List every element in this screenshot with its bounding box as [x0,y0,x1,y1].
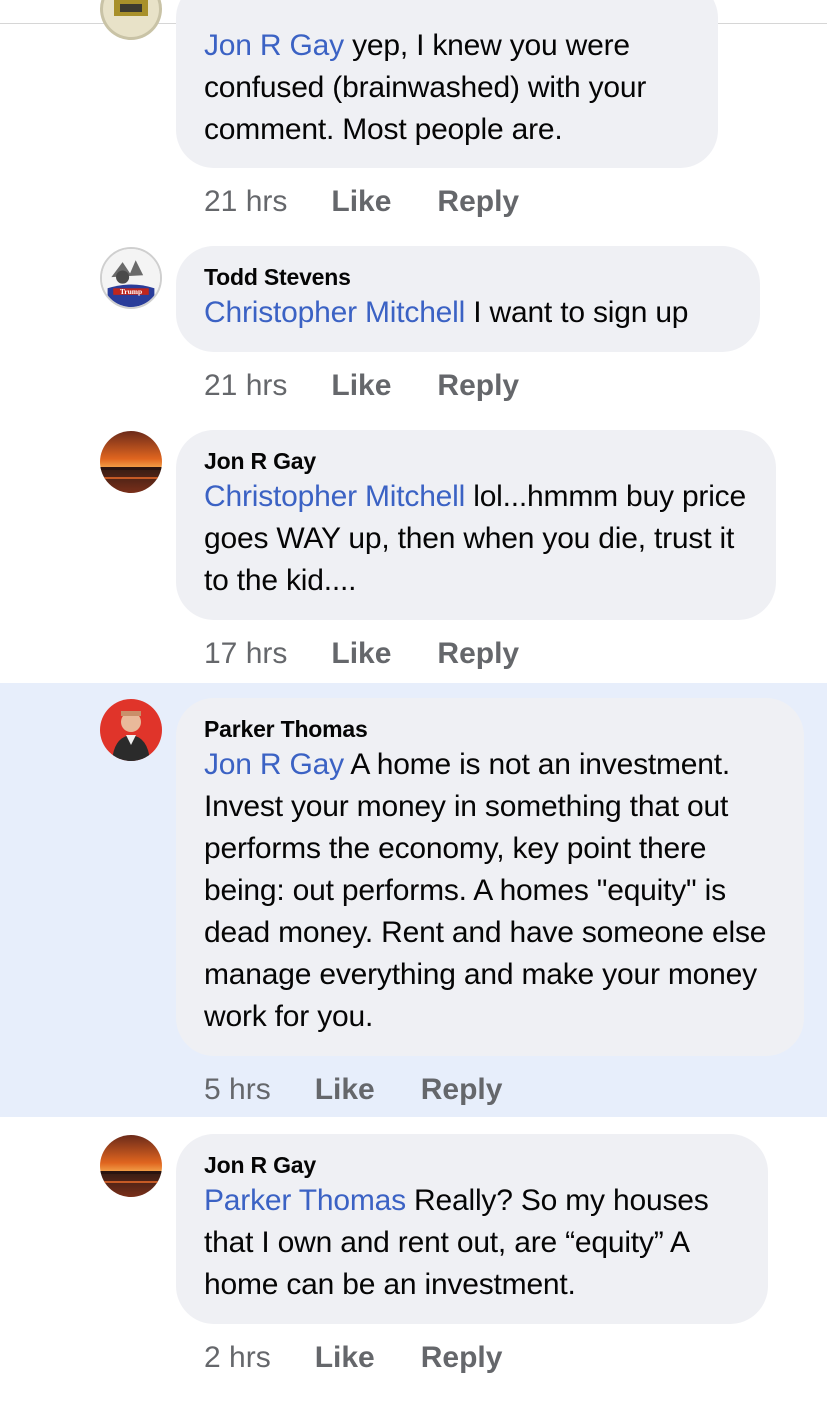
comment-text: Christopher Mitchell lol...hmmm buy pric… [204,476,748,602]
comment-timestamp[interactable]: 5 hrs [204,1073,271,1107]
like-button[interactable]: Like [331,185,391,219]
comment-timestamp[interactable]: 21 hrs [204,369,287,403]
mention-link[interactable]: Jon R Gay [204,29,344,62]
comment-author[interactable]: Parker Thomas [204,714,776,744]
comment-meta: 2 hrs Like Reply [204,1338,548,1378]
comment-meta: 21 hrs Like Reply [204,366,565,406]
mention-link[interactable]: Parker Thomas [204,1184,406,1217]
comment-author[interactable]: Jon R Gay [204,446,748,476]
comment-text: Christopher Mitchell I want to sign up [204,292,732,334]
like-button[interactable]: Like [331,637,391,671]
comment-text: Parker Thomas Really? So my houses that … [204,1180,740,1306]
reply-button[interactable]: Reply [421,1073,503,1107]
comment-bubble: Jon R Gay Christopher Mitchell lol...hmm… [176,430,776,620]
reply-button[interactable]: Reply [437,185,519,219]
comment-author[interactable]: Todd Stevens [204,262,732,292]
comment-text: Jon R Gay A home is not an investment. I… [204,744,776,1038]
avatar[interactable]: Trump [100,247,162,309]
mention-link[interactable]: Christopher Mitchell [204,296,465,329]
comment-timestamp[interactable]: 17 hrs [204,637,287,671]
like-button[interactable]: Like [315,1341,375,1375]
avatar[interactable] [100,0,162,40]
mention-link[interactable]: Christopher Mitchell [204,480,465,513]
like-button[interactable]: Like [331,369,391,403]
mention-link[interactable]: Jon R Gay [204,748,344,781]
avatar[interactable] [100,1135,162,1197]
comment-body: A home is not an investment. Invest your… [204,748,767,1033]
avatar[interactable] [100,699,162,761]
comment-timestamp[interactable]: 21 hrs [204,185,287,219]
comment-bubble: Jon R Gay yep, I knew you were confused … [176,0,718,168]
reply-button[interactable]: Reply [437,637,519,671]
comment-text: Jon R Gay yep, I knew you were confused … [204,25,690,151]
avatar-caption: Trump [120,287,142,296]
comment-author[interactable]: Jon R Gay [204,1150,740,1180]
comment-bubble: Parker Thomas Jon R Gay A home is not an… [176,698,804,1056]
comment-meta: 17 hrs Like Reply [204,634,565,674]
comment-bubble: Jon R Gay Parker Thomas Really? So my ho… [176,1134,768,1324]
comment-meta: 21 hrs Like Reply [204,182,565,222]
reply-button[interactable]: Reply [437,369,519,403]
avatar[interactable] [100,431,162,493]
comment-body: I want to sign up [465,296,689,329]
comment-meta: 5 hrs Like Reply [204,1070,548,1110]
comment-bubble: Todd Stevens Christopher Mitchell I want… [176,246,760,352]
like-button[interactable]: Like [315,1073,375,1107]
comment-timestamp[interactable]: 2 hrs [204,1341,271,1375]
reply-button[interactable]: Reply [421,1341,503,1375]
